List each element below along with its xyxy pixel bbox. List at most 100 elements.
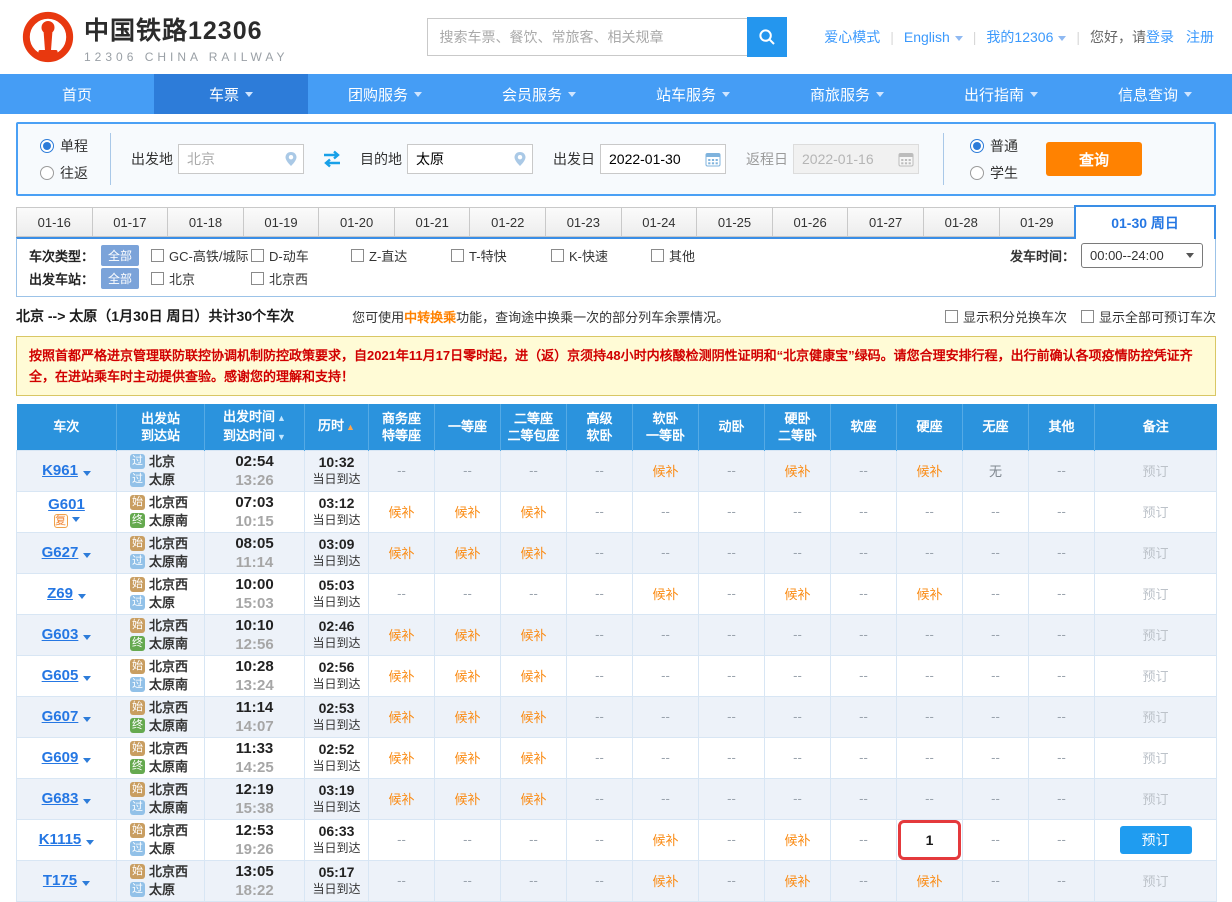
date-tab-01-17[interactable]: 01-17 — [92, 207, 169, 237]
arrival-station: 过太原南 — [130, 676, 204, 694]
radio-icon[interactable] — [40, 166, 54, 180]
col-header-2[interactable]: 出发时间▲到达时间▼ — [205, 404, 305, 450]
date-tab-01-21[interactable]: 01-21 — [394, 207, 471, 237]
nav-item-7[interactable]: 信息查询 — [1078, 74, 1232, 114]
depart-station-all-badge[interactable]: 全部 — [101, 268, 139, 289]
train-number-link[interactable]: G603 — [42, 626, 79, 643]
date-tab-01-26[interactable]: 01-26 — [772, 207, 849, 237]
radio-icon[interactable] — [40, 139, 54, 153]
seat-availability-cell: -- — [567, 778, 633, 819]
nav-item-5[interactable]: 商旅服务 — [770, 74, 924, 114]
seat-availability-cell: -- — [765, 614, 831, 655]
date-tab-01-19[interactable]: 01-19 — [243, 207, 320, 237]
radio-icon[interactable] — [970, 166, 984, 180]
station-filter-1[interactable]: 北京西 — [251, 269, 351, 288]
expand-row-icon[interactable] — [82, 881, 90, 886]
train-number-link[interactable]: T175 — [43, 872, 77, 889]
my12306-menu[interactable]: 我的12306 — [986, 27, 1066, 47]
transfer-link[interactable]: 中转换乘 — [404, 310, 456, 325]
train-number-link[interactable]: G609 — [42, 749, 79, 766]
expand-row-icon[interactable] — [83, 717, 91, 722]
train-type-filter-5[interactable]: 其他 — [651, 246, 751, 265]
checkbox-icon[interactable] — [351, 249, 364, 262]
checkbox-icon[interactable] — [551, 249, 564, 262]
train-number-link[interactable]: K1115 — [39, 831, 82, 848]
checkbox-icon[interactable] — [151, 249, 164, 262]
train-number-link[interactable]: G607 — [42, 708, 79, 725]
train-number-link[interactable]: K961 — [42, 462, 78, 479]
nav-item-6[interactable]: 出行指南 — [924, 74, 1078, 114]
expand-row-icon[interactable] — [86, 840, 94, 845]
station-filter-0[interactable]: 北京 — [151, 269, 251, 288]
search-button[interactable] — [747, 17, 787, 57]
checkbox-icon[interactable] — [251, 272, 264, 285]
date-tab-01-25[interactable]: 01-25 — [696, 207, 773, 237]
checkbox-icon[interactable] — [451, 249, 464, 262]
expand-row-icon[interactable] — [78, 594, 86, 599]
care-mode-link[interactable]: 爱心模式 — [824, 27, 880, 47]
expand-row-icon[interactable] — [83, 676, 91, 681]
date-tab-01-28[interactable]: 01-28 — [923, 207, 1000, 237]
nav-item-0[interactable]: 首页 — [0, 74, 154, 114]
train-number-link[interactable]: G605 — [42, 667, 79, 684]
show-points-trains-checkbox[interactable]: 显示积分兑换车次 — [945, 307, 1067, 326]
train-number-link[interactable]: G683 — [42, 790, 79, 807]
col-header-3[interactable]: 历时▲ — [305, 404, 369, 450]
train-type-filter-2[interactable]: Z-直达 — [351, 246, 451, 265]
login-link[interactable]: 登录 — [1146, 27, 1174, 47]
date-tab-01-24[interactable]: 01-24 — [621, 207, 698, 237]
register-link[interactable]: 注册 — [1186, 27, 1214, 47]
checkbox-icon[interactable] — [251, 249, 264, 262]
nav-item-2[interactable]: 团购服务 — [308, 74, 462, 114]
language-select[interactable]: English — [904, 29, 963, 45]
date-tab-active[interactable]: 01-30 周日 — [1074, 205, 1216, 239]
book-button[interactable]: 预订 — [1120, 826, 1192, 854]
query-button[interactable]: 查询 — [1046, 142, 1142, 176]
nav-item-4[interactable]: 站车服务 — [616, 74, 770, 114]
search-input[interactable] — [427, 18, 747, 56]
train-type-filter-1[interactable]: D-动车 — [251, 246, 351, 265]
col-header-13: 无座 — [963, 404, 1029, 450]
swap-stations-button[interactable] — [320, 150, 344, 168]
radio-icon[interactable] — [970, 139, 984, 153]
date-tab-01-20[interactable]: 01-20 — [318, 207, 395, 237]
seat-availability-cell: -- — [897, 614, 963, 655]
train-number-link[interactable]: Z69 — [47, 585, 73, 602]
nav-item-1[interactable]: 车票 — [154, 74, 308, 114]
train-number-link[interactable]: G601 — [48, 496, 85, 513]
checkbox-icon[interactable] — [151, 272, 164, 285]
train-number-link[interactable]: G627 — [42, 544, 79, 561]
expand-row-icon[interactable] — [83, 471, 91, 476]
trip-type-0[interactable]: 单程 — [40, 136, 88, 156]
date-tab-01-27[interactable]: 01-27 — [847, 207, 924, 237]
train-type-filter-3[interactable]: T-特快 — [451, 246, 551, 265]
expand-row-icon[interactable] — [72, 517, 80, 522]
date-tabs: 01-1601-1701-1801-1901-2001-2101-2201-23… — [16, 205, 1216, 237]
passenger-type-0[interactable]: 普通 — [970, 136, 1018, 156]
checkbox-icon[interactable] — [1081, 310, 1094, 323]
expand-row-icon[interactable] — [83, 553, 91, 558]
train-type-filter-0[interactable]: GC-高铁/城际 — [151, 246, 251, 265]
expand-row-icon[interactable] — [83, 635, 91, 640]
seat-availability-cell: -- — [765, 655, 831, 696]
depart-time-select[interactable]: 00:00--24:00 — [1081, 243, 1203, 268]
passenger-type-1[interactable]: 学生 — [970, 163, 1018, 183]
date-tab-01-18[interactable]: 01-18 — [167, 207, 244, 237]
departure-time: 02:54 — [205, 452, 304, 471]
show-all-bookable-checkbox[interactable]: 显示全部可预订车次 — [1081, 307, 1216, 326]
date-tab-01-29[interactable]: 01-29 — [999, 207, 1076, 237]
date-tab-01-16[interactable]: 01-16 — [16, 207, 93, 237]
checkbox-icon[interactable] — [945, 310, 958, 323]
times-cell: 11:1414:07 — [205, 696, 305, 737]
nav-item-3[interactable]: 会员服务 — [462, 74, 616, 114]
expand-row-icon[interactable] — [83, 758, 91, 763]
logo[interactable]: 中国铁路12306 12306 CHINA RAILWAY — [22, 11, 289, 64]
train-type-all-badge[interactable]: 全部 — [101, 245, 139, 266]
date-tab-01-22[interactable]: 01-22 — [469, 207, 546, 237]
expand-row-icon[interactable] — [83, 799, 91, 804]
checkbox-icon[interactable] — [651, 249, 664, 262]
seat-availability-cell: 候补 — [765, 450, 831, 491]
date-tab-01-23[interactable]: 01-23 — [545, 207, 622, 237]
train-type-filter-4[interactable]: K-快速 — [551, 246, 651, 265]
trip-type-1[interactable]: 往返 — [40, 163, 88, 183]
